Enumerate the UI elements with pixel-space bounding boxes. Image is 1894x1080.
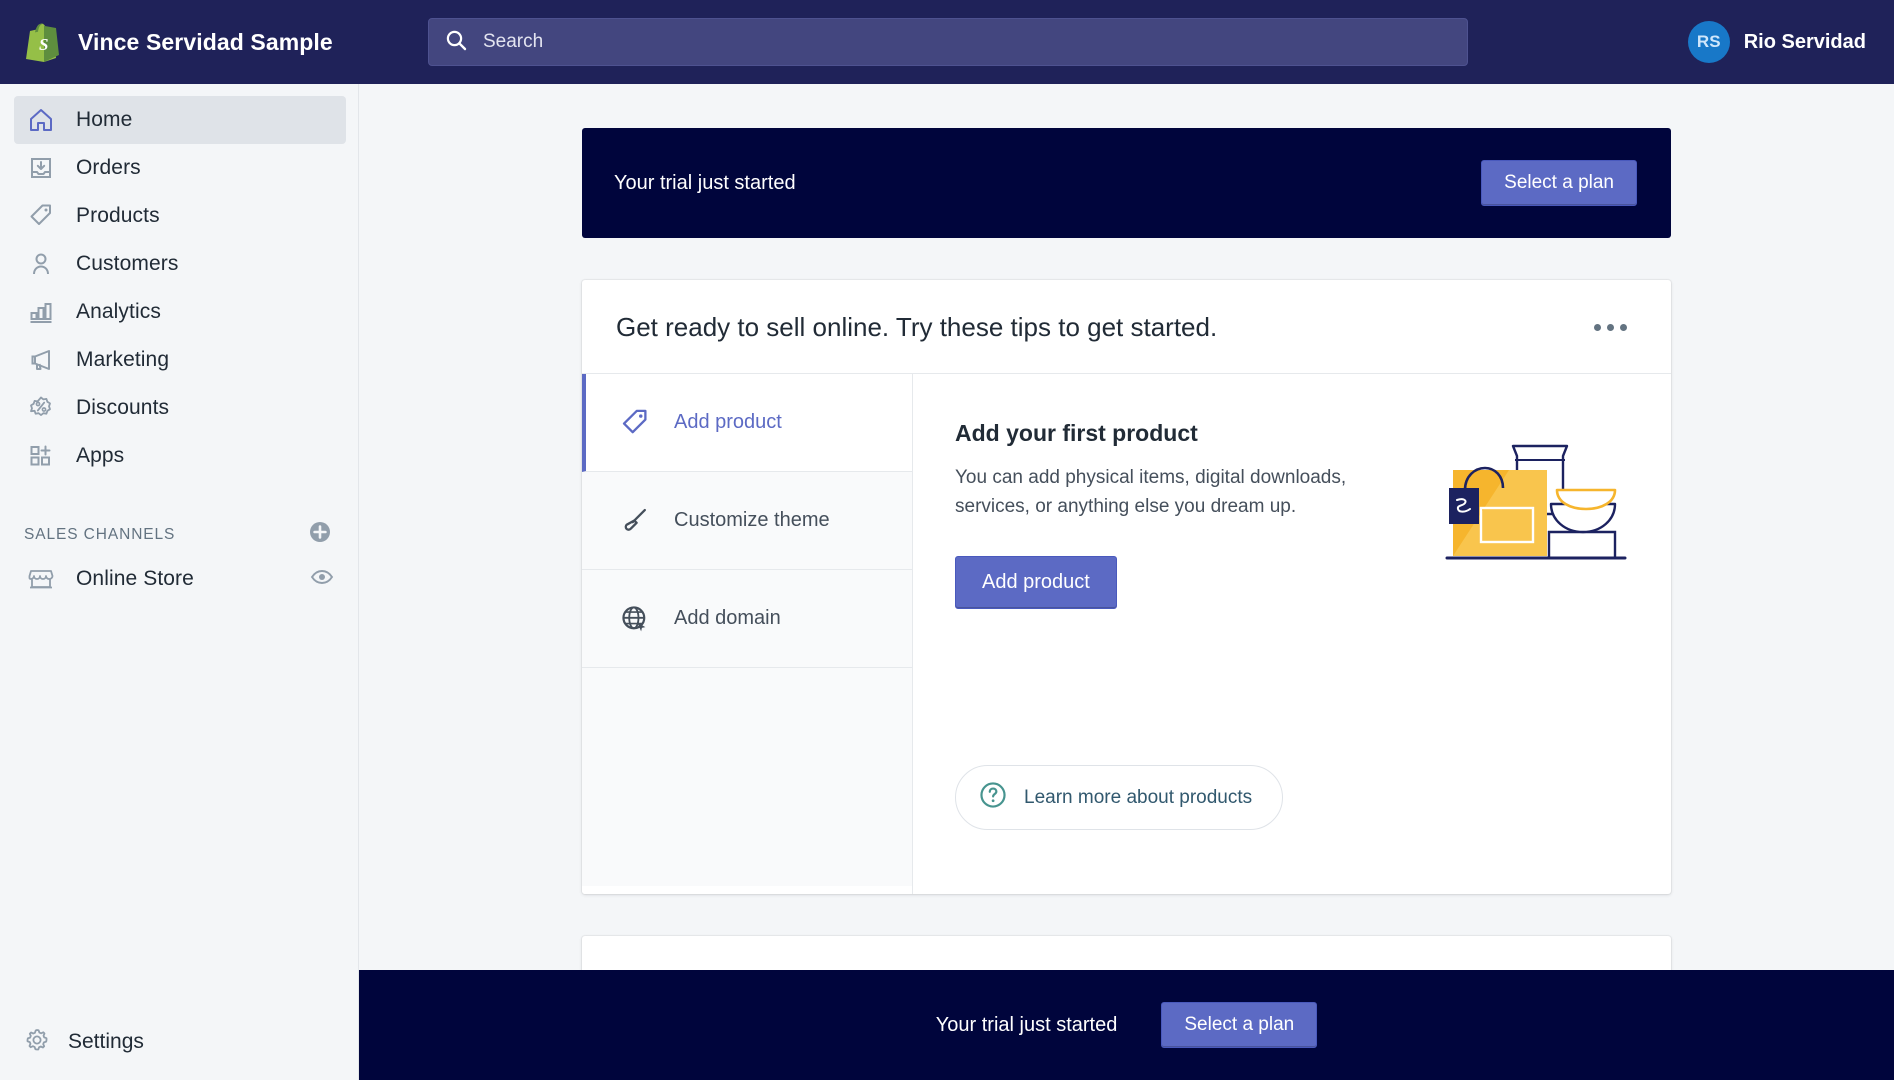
sidebar-item-orders[interactable]: Orders xyxy=(14,144,346,192)
product-box-jar-bowl-illustration xyxy=(1445,424,1627,579)
sidebar-item-online-store[interactable]: Online Store xyxy=(14,555,346,603)
main-content: Your trial just started Select a plan Ge… xyxy=(359,84,1894,1080)
svg-text:S: S xyxy=(39,35,48,54)
settings-label: Settings xyxy=(68,1030,144,1053)
sidebar-item-label: Products xyxy=(76,204,160,227)
search-icon xyxy=(445,29,467,56)
sidebar-nav: Home Orders Products Customers Analytics… xyxy=(0,84,358,480)
page-title: Get ready to sell online. Try these tips… xyxy=(616,312,1218,342)
sidebar-item-label: Home xyxy=(76,108,133,131)
analytics-bars-icon xyxy=(24,299,58,325)
tab-add-product[interactable]: Add product xyxy=(582,374,912,472)
sidebar-item-label: Online Store xyxy=(76,567,194,590)
search-wrapper: Search xyxy=(428,18,1468,66)
panel-description: You can add physical items, digital down… xyxy=(955,467,1347,518)
learn-more-button[interactable]: Learn more about products xyxy=(955,765,1284,830)
add-product-button[interactable]: Add product xyxy=(955,555,1117,609)
product-tag-icon xyxy=(24,203,58,229)
home-icon xyxy=(24,107,58,133)
storefront-icon xyxy=(24,566,58,592)
sidebar: Home Orders Products Customers Analytics… xyxy=(0,84,359,1080)
setup-guide-header: Get ready to sell online. Try these tips… xyxy=(582,280,1671,374)
marketing-megaphone-icon xyxy=(24,347,58,373)
setup-guide-card: Get ready to sell online. Try these tips… xyxy=(582,280,1671,894)
sales-channels-title: SALES CHANNELS xyxy=(24,525,176,543)
product-tag-icon xyxy=(618,408,652,438)
sidebar-item-label: Customers xyxy=(76,252,179,275)
orders-inbox-icon xyxy=(24,155,58,181)
sidebar-item-label: Marketing xyxy=(76,348,170,371)
tab-label: Add product xyxy=(674,411,782,433)
top-bar: S Vince Servidad Sample Search RS Rio Se… xyxy=(0,0,1894,84)
customer-person-icon xyxy=(24,251,58,277)
gear-icon xyxy=(24,1027,50,1058)
sidebar-item-analytics[interactable]: Analytics xyxy=(14,288,346,336)
tab-add-domain[interactable]: Add domain xyxy=(582,570,912,668)
sidebar-item-settings[interactable]: Settings xyxy=(0,1004,359,1080)
sidebar-item-marketing[interactable]: Marketing xyxy=(14,336,346,384)
question-circle-icon xyxy=(978,780,1008,815)
sidebar-item-apps[interactable]: Apps xyxy=(14,432,346,480)
content-column: Your trial just started Select a plan Ge… xyxy=(582,84,1671,996)
sidebar-item-discounts[interactable]: Discounts xyxy=(14,384,346,432)
bottom-trial-message: Your trial just started xyxy=(935,1013,1118,1036)
ellipsis-icon[interactable] xyxy=(1584,314,1637,341)
sidebar-item-label: Discounts xyxy=(76,396,170,419)
tab-customize-theme[interactable]: Customize theme xyxy=(582,472,912,570)
bottom-select-a-plan-button[interactable]: Select a plan xyxy=(1161,1002,1318,1048)
brand-area[interactable]: S Vince Servidad Sample xyxy=(0,21,360,63)
plus-circle-icon[interactable] xyxy=(308,520,332,549)
tablist-filler xyxy=(582,668,912,886)
trial-banner-message: Your trial just started xyxy=(614,171,796,194)
bottom-trial-bar: Your trial just started Select a plan xyxy=(359,970,1894,1080)
trial-banner: Your trial just started Select a plan xyxy=(582,128,1671,238)
setup-steps-list: Add product Customize theme Add domain xyxy=(582,374,913,894)
sales-channels-header: SALES CHANNELS xyxy=(24,520,332,549)
globe-pointer-icon xyxy=(618,604,652,634)
shopify-bag-icon: S xyxy=(22,21,60,63)
discount-percent-icon xyxy=(24,395,58,421)
sidebar-item-home[interactable]: Home xyxy=(14,96,346,144)
tab-label: Add domain xyxy=(674,607,781,629)
user-name: Rio Servidad xyxy=(1743,30,1866,53)
user-menu[interactable]: RS Rio Servidad xyxy=(1687,0,1866,84)
apps-grid-plus-icon xyxy=(24,443,58,469)
eye-icon[interactable] xyxy=(310,566,334,593)
avatar: RS xyxy=(1687,21,1730,63)
tab-label: Customize theme xyxy=(674,509,830,531)
sidebar-item-customers[interactable]: Customers xyxy=(14,240,346,288)
sidebar-item-products[interactable]: Products xyxy=(14,192,346,240)
learn-more-label: Learn more about products xyxy=(1024,786,1253,808)
search-placeholder: Search xyxy=(483,31,544,52)
select-a-plan-button[interactable]: Select a plan xyxy=(1481,160,1637,206)
sidebar-item-label: Analytics xyxy=(76,300,161,323)
search-input[interactable]: Search xyxy=(428,18,1468,66)
setup-step-panel: Add your first product You can add physi… xyxy=(913,374,1671,894)
setup-guide-body: Add product Customize theme Add domain A… xyxy=(582,374,1671,894)
sidebar-item-label: Apps xyxy=(76,444,125,467)
sidebar-item-label: Orders xyxy=(76,156,141,179)
store-name: Vince Servidad Sample xyxy=(78,28,333,55)
paintbrush-icon xyxy=(618,506,652,536)
